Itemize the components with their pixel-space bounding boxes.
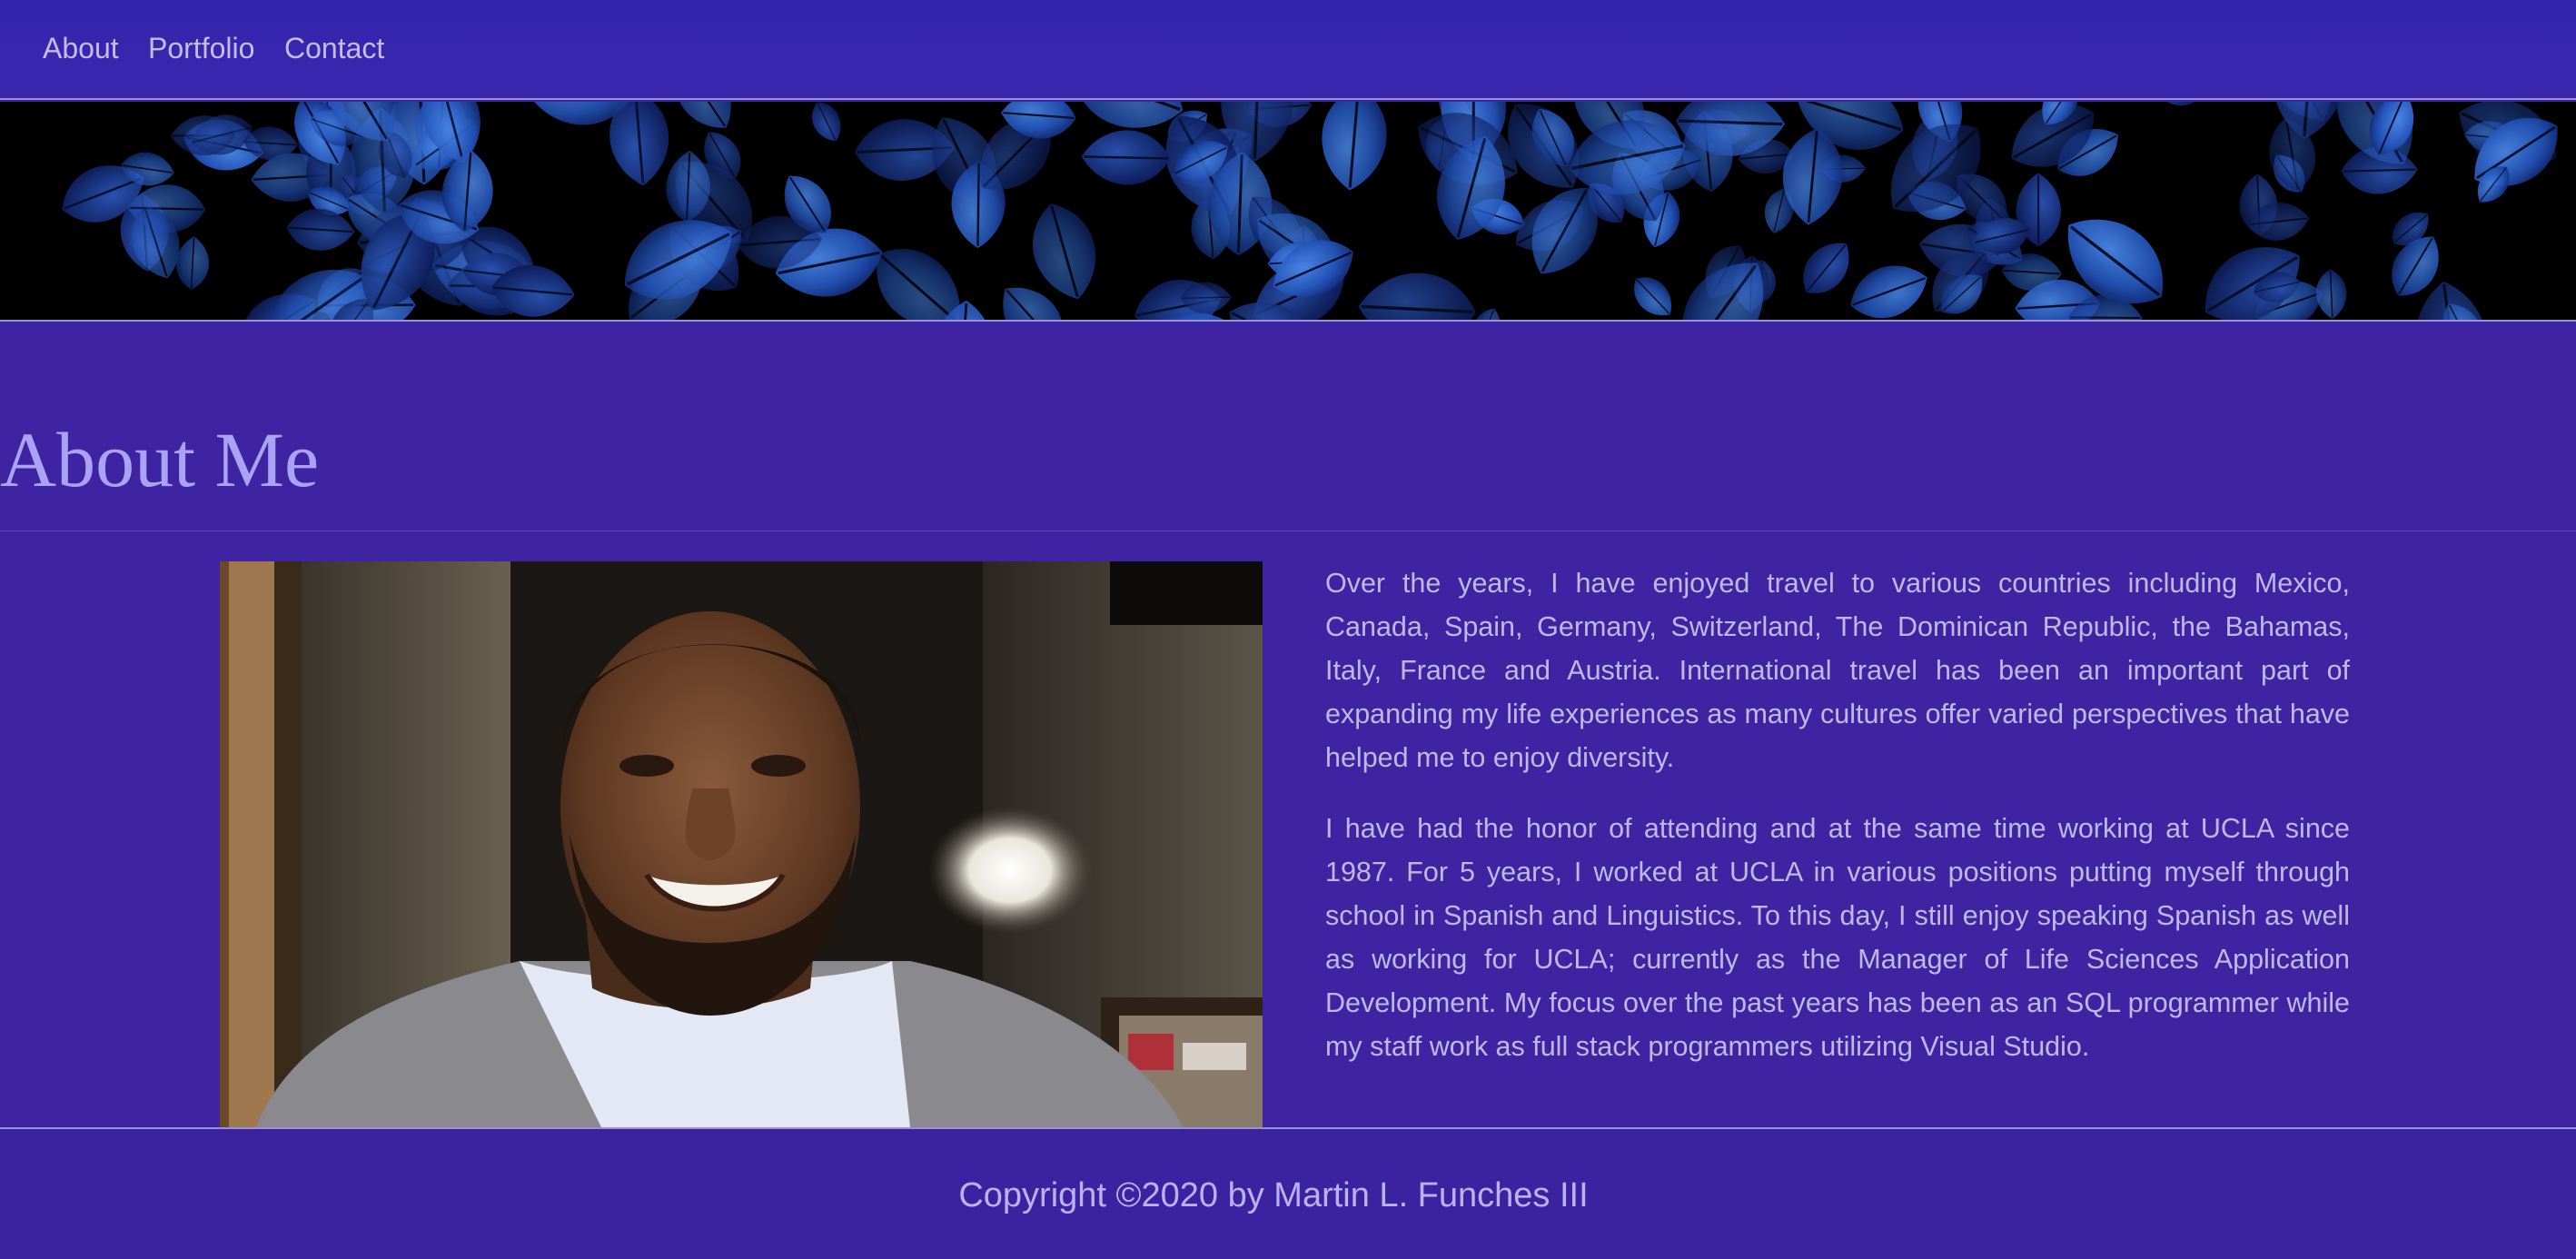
site-footer: Copyright ©2020 by Martin L. Funches III (0, 1127, 2576, 1259)
page-title: About Me (0, 416, 320, 503)
copyright-text: Copyright ©2020 by Martin L. Funches III (958, 1176, 1589, 1214)
nav-link-about[interactable]: About (43, 30, 119, 66)
leaves-banner-image (0, 102, 2576, 322)
title-divider (0, 530, 2576, 531)
portrait-photo (220, 561, 1263, 1127)
bio-paragraph-ucla: I have had the honor of attending and at… (1325, 813, 2350, 1062)
bio-paragraph-travel: Over the years, I have enjoyed travel to… (1325, 568, 2350, 773)
top-navbar: About Portfolio Contact (0, 0, 2576, 100)
about-section: About Me Over the years, I have enjoyed … (0, 323, 2576, 1127)
bio-text: Over the years, I have enjoyed travel to… (1325, 561, 2350, 1095)
nav-link-portfolio[interactable]: Portfolio (148, 30, 254, 66)
nav-link-contact[interactable]: Contact (284, 30, 384, 66)
